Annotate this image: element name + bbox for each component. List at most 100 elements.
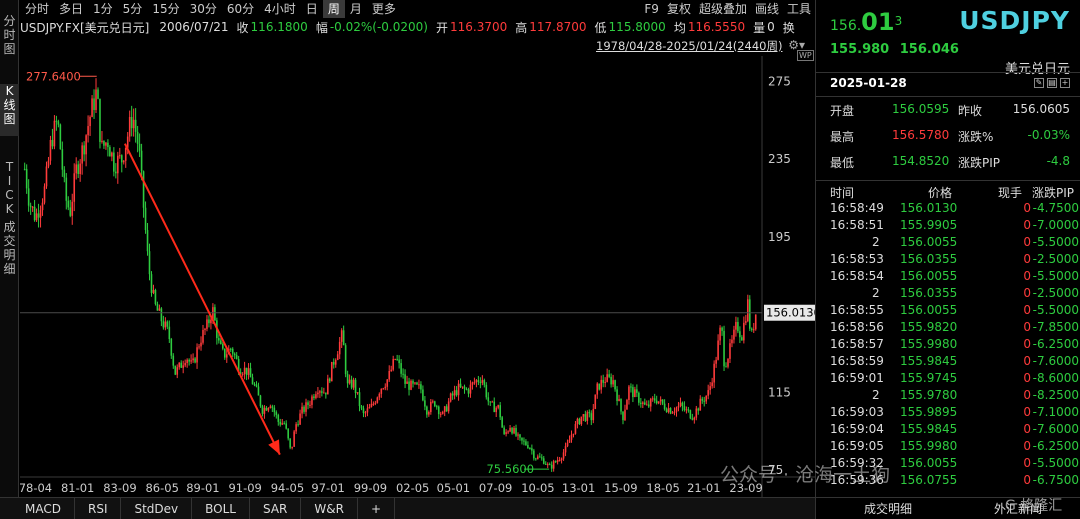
candle-body: [475, 380, 478, 383]
add-icon[interactable]: +: [1060, 78, 1070, 88]
high-value: 117.8700: [529, 20, 587, 34]
candle-body: [348, 379, 351, 384]
tick-price: 156.0055: [900, 303, 958, 317]
tick-volume: 0: [1023, 337, 1031, 351]
edit-icon[interactable]: ✎: [1034, 78, 1044, 88]
period-week[interactable]: 周: [322, 0, 345, 18]
indicator-wr[interactable]: W&R: [301, 497, 358, 519]
indicator-macd[interactable]: MACD: [12, 497, 75, 519]
period-4h[interactable]: 4小时: [259, 0, 301, 18]
candle-body: [83, 145, 85, 155]
period-month[interactable]: 月: [345, 0, 367, 18]
candle-body: [699, 398, 702, 411]
candle-body: [523, 440, 525, 442]
panel-icons: ✎ ▤ +: [1034, 78, 1070, 88]
indicator-rsi[interactable]: RSI: [75, 497, 122, 519]
stat-label: 昨收: [958, 104, 983, 118]
kline-chart[interactable]: 2752351951551157578-0481-0183-0986-0589-…: [20, 56, 815, 497]
tab-trade-detail[interactable]: 成 交 明 细: [0, 220, 19, 282]
candle-body: [65, 177, 68, 201]
period-30m[interactable]: 30分: [185, 0, 222, 18]
tick-price: 155.9780: [900, 388, 958, 402]
candle-body: [527, 445, 529, 448]
candle-body: [669, 408, 672, 414]
candle-body: [616, 389, 618, 401]
period-intraday[interactable]: 分时: [20, 0, 54, 18]
tools-button[interactable]: 工具: [783, 0, 815, 18]
trend-arrow-line: [123, 143, 281, 456]
tick-time: 16:59:04: [830, 422, 884, 436]
period-5m[interactable]: 5分: [118, 0, 148, 18]
draw-line-button[interactable]: 画线: [751, 0, 783, 18]
candle-body: [540, 457, 543, 459]
indicator-sar[interactable]: SAR: [250, 497, 302, 519]
candle-body: [85, 135, 87, 155]
indicator-boll[interactable]: BOLL: [192, 497, 250, 519]
candle-body: [61, 149, 64, 170]
period-15m[interactable]: 15分: [147, 0, 184, 18]
candle-body: [309, 404, 311, 406]
indicator-stddev[interactable]: StdDev: [121, 497, 193, 519]
note-icon[interactable]: ▤: [1047, 78, 1057, 88]
candle-body: [210, 319, 212, 324]
toolbar-right: F9 复权 超级叠加 画线 工具: [640, 0, 815, 18]
tab-kline[interactable]: K 线 图: [0, 84, 19, 136]
candle-body: [265, 407, 268, 411]
candle-body: [630, 386, 632, 388]
candle-body: [735, 321, 737, 330]
period-more[interactable]: 更多: [367, 0, 401, 18]
tick-price: 155.9980: [900, 439, 958, 453]
candle-body: [158, 308, 161, 311]
candle-body: [279, 421, 282, 425]
x-tick-label: 97-01: [311, 481, 344, 495]
candle-body: [362, 408, 365, 414]
candle-body: [727, 358, 729, 367]
candle-body: [521, 437, 523, 441]
stat-value: 156.0595: [892, 102, 950, 116]
overlay-button[interactable]: 超级叠加: [695, 0, 751, 18]
candle-body: [453, 390, 456, 396]
tick-volume: 0: [1023, 269, 1031, 283]
date-range-selector[interactable]: 1978/04/28-2025/01/24(2440周): [596, 38, 782, 54]
adjust-button[interactable]: 复权: [663, 0, 695, 18]
candle-body: [327, 378, 329, 395]
candle-body: [640, 402, 642, 404]
candle-body: [235, 355, 238, 359]
candle-body: [737, 321, 739, 332]
candle-body: [378, 393, 381, 398]
candle-body: [307, 402, 309, 406]
tick-pip: -7.0000: [1032, 218, 1079, 232]
tick-price: 156.0355: [900, 286, 958, 300]
tick-volume: 0: [1023, 201, 1031, 215]
candle-body: [584, 414, 587, 421]
candle-body: [424, 400, 426, 407]
x-tick-label: 21-01: [687, 481, 720, 495]
period-day[interactable]: 日: [301, 0, 323, 18]
tick-price: 155.9845: [900, 354, 958, 368]
quote-date: 2025-01-28: [830, 76, 907, 90]
candle-body: [642, 402, 644, 404]
candle-body: [107, 142, 109, 148]
tab-intraday[interactable]: 分 时 图: [0, 14, 19, 58]
period-60m[interactable]: 60分: [222, 0, 259, 18]
candle-body: [346, 374, 349, 384]
candle-body: [366, 408, 369, 413]
period-multiday[interactable]: 多日: [54, 0, 88, 18]
add-indicator-button[interactable]: +: [358, 497, 396, 519]
tick-row: 16:58:56 155.9820 0 -7.8500: [816, 319, 1080, 336]
candle-body: [507, 431, 509, 433]
candle-body: [323, 392, 325, 394]
f9-button[interactable]: F9: [640, 0, 663, 18]
x-tick-label: 86-05: [145, 481, 178, 495]
tab-tick[interactable]: T I C K: [0, 160, 19, 218]
y-tick-label: 115: [768, 385, 791, 399]
x-tick-label: 07-09: [479, 481, 512, 495]
candle-body: [483, 380, 486, 385]
candle-body: [665, 409, 668, 413]
tab-trade-list[interactable]: 成交明细: [864, 498, 912, 519]
last-price-label: 156.0130: [766, 306, 815, 320]
period-1m[interactable]: 1分: [88, 0, 118, 18]
candle-body: [220, 340, 222, 344]
candle-body: [251, 377, 254, 385]
candle-body: [109, 147, 111, 157]
